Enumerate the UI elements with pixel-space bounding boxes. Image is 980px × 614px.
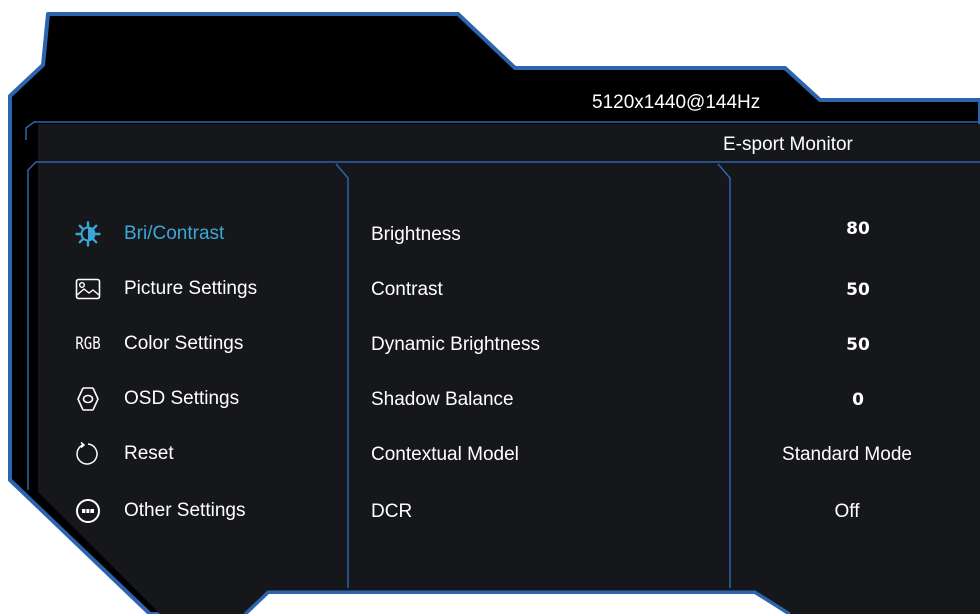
- resolution-text: 5120x1440@144Hz: [592, 92, 761, 113]
- picture-icon: [74, 275, 102, 303]
- menu-label: Color Settings: [124, 333, 244, 354]
- param-value-dcr[interactable]: Off: [737, 501, 957, 523]
- param-label-contextual-model[interactable]: Contextual Model: [371, 444, 519, 466]
- param-value-dynamic-brightness[interactable]: 50: [748, 335, 968, 355]
- menu-label: Picture Settings: [124, 278, 258, 299]
- menu-label: Bri/Contrast: [124, 223, 225, 244]
- param-label-dynamic-brightness[interactable]: Dynamic Brightness: [371, 334, 540, 356]
- reset-icon: [74, 440, 102, 468]
- menu-label: Reset: [124, 443, 174, 464]
- menu-label: Other Settings: [124, 500, 246, 521]
- menu-item-osd-settings[interactable]: OSD Settings: [74, 384, 334, 414]
- param-value-brightness[interactable]: 80: [748, 219, 968, 239]
- param-label-dcr[interactable]: DCR: [371, 501, 412, 523]
- menu-item-color-settings[interactable]: RGB Color Settings: [74, 329, 334, 359]
- param-label-contrast[interactable]: Contrast: [371, 279, 443, 301]
- osd-inner-panel: [38, 124, 980, 614]
- menu-item-other-settings[interactable]: Other Settings: [74, 496, 334, 526]
- bottom-edge: [243, 590, 791, 614]
- model-name: E-sport Monitor: [723, 134, 853, 155]
- menu-item-reset[interactable]: Reset: [74, 439, 334, 469]
- menu-item-picture-settings[interactable]: Picture Settings: [74, 274, 334, 304]
- param-value-contrast[interactable]: 50: [748, 280, 968, 300]
- menu-label: OSD Settings: [124, 388, 240, 409]
- param-label-brightness[interactable]: Brightness: [371, 224, 461, 246]
- menu-item-bri-contrast[interactable]: Bri/Contrast: [74, 219, 334, 249]
- more-icon: [74, 497, 102, 525]
- rgb-icon: RGB: [75, 334, 101, 354]
- brightness-icon: [74, 220, 102, 248]
- param-value-shadow-balance[interactable]: 0: [748, 390, 968, 410]
- param-label-shadow-balance[interactable]: Shadow Balance: [371, 389, 514, 411]
- osd-icon: [74, 385, 102, 413]
- param-value-contextual-model[interactable]: Standard Mode: [737, 444, 957, 466]
